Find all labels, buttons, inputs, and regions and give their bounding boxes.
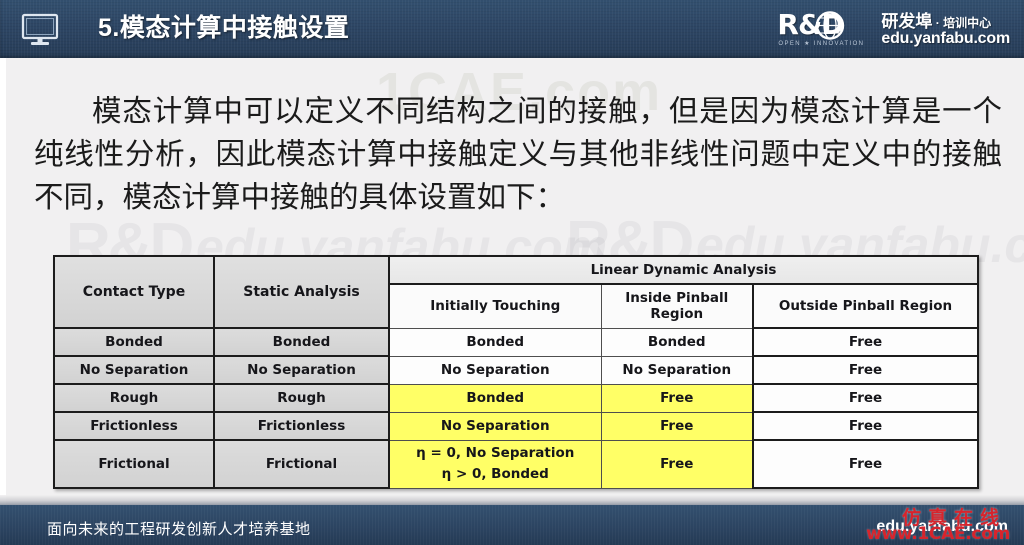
th-contact-type: Contact Type xyxy=(53,255,215,329)
cell-static-analysis: No Separation xyxy=(213,355,390,385)
brand-logo: R&D OPEN ★ INNOVATION 研发埠 · 培训中心 edu.yan… xyxy=(777,7,1010,53)
cell-outside-pinball: Free xyxy=(751,355,980,385)
contact-settings-table: Contact Type Static Analysis Linear Dyna… xyxy=(53,255,980,489)
logo-tagline: OPEN ★ INNOVATION xyxy=(778,41,865,47)
table-header-row-1: Contact Type Static Analysis Linear Dyna… xyxy=(53,255,980,329)
cell-contact-type: Bonded xyxy=(53,327,215,357)
logo-cn-sep: · xyxy=(932,15,944,30)
monitor-icon xyxy=(20,13,60,47)
footer-watermark-url: www.1CAE.com xyxy=(866,524,1010,544)
cell-outside-pinball: Free xyxy=(751,411,980,441)
globe-icon xyxy=(816,11,845,40)
cell-inside-pinball: Bonded xyxy=(600,327,754,357)
logo-cn-name: 研发埠 · 培训中心 xyxy=(881,11,1010,31)
logo-mark: R&D OPEN ★ INNOVATION xyxy=(777,10,873,50)
table-row: Rough Rough Bonded Free Free xyxy=(53,383,980,413)
cell-inside-pinball: Free xyxy=(600,439,754,489)
cell-initially-touching: No Separation xyxy=(388,411,602,441)
slide-header-bar: 5.模态计算中接触设置 R&D OPEN ★ INNOVATION 研发埠 · … xyxy=(0,0,1024,58)
cell-contact-type: No Separation xyxy=(53,355,215,385)
cell-static-analysis: Frictionless xyxy=(213,411,390,441)
footer-slogan: 面向未来的工程研发创新人才培养基地 xyxy=(47,521,311,538)
cell-inside-pinball: Free xyxy=(600,383,754,413)
cell-line-2: η > 0, Bonded xyxy=(441,466,549,482)
logo-cn-main: 研发埠 xyxy=(881,11,933,31)
logo-cn-sub: 培训中心 xyxy=(943,15,992,30)
cell-initially-touching: η = 0, No Separation η > 0, Bonded xyxy=(388,439,602,489)
cell-static-analysis: Rough xyxy=(213,383,390,413)
th-initially-touching: Initially Touching xyxy=(388,283,602,329)
cell-inside-pinball: Free xyxy=(600,411,754,441)
cell-contact-type: Frictionless xyxy=(53,411,215,441)
page-title: 5.模态计算中接触设置 xyxy=(98,14,350,42)
table-row: Frictional Frictional η = 0, No Separati… xyxy=(53,439,980,489)
body-paragraph: 模态计算中可以定义不同结构之间的接触，但是因为模态计算是一个纯线性分析，因此模态… xyxy=(34,94,1002,214)
table-row: Bonded Bonded Bonded Bonded Free xyxy=(53,327,980,357)
cell-outside-pinball: Free xyxy=(751,327,980,357)
logo-url: edu.yanfabu.com xyxy=(881,29,1010,47)
cell-outside-pinball: Free xyxy=(751,439,980,489)
cell-static-analysis: Frictional xyxy=(213,439,390,489)
cell-inside-pinball: No Separation xyxy=(600,355,754,385)
cell-contact-type: Frictional xyxy=(53,439,215,489)
cell-initially-touching: Bonded xyxy=(388,383,602,413)
logo-text-block: 研发埠 · 培训中心 edu.yanfabu.com xyxy=(881,11,1010,48)
th-inside-pinball-region: Inside Pinball Region xyxy=(600,283,754,329)
cell-static-analysis: Bonded xyxy=(213,327,390,357)
th-outside-pinball-region: Outside Pinball Region xyxy=(751,283,980,329)
slide-body: R&D edu.yanfabu.com R&D edu.yanfabu.com … xyxy=(0,58,1024,505)
cell-contact-type: Rough xyxy=(53,383,215,413)
th-linear-dynamic-analysis: Linear Dynamic Analysis xyxy=(387,255,980,285)
cell-outside-pinball: Free xyxy=(751,383,980,413)
table-row: Frictionless Frictionless No Separation … xyxy=(53,411,980,441)
cell-line-1: η = 0, No Separation xyxy=(416,445,575,461)
cell-initially-touching: No Separation xyxy=(388,355,602,385)
th-static-analysis: Static Analysis xyxy=(213,255,390,329)
table-row: No Separation No Separation No Separatio… xyxy=(53,355,980,385)
cell-initially-touching: Bonded xyxy=(388,327,602,357)
slide-canvas: 5.模态计算中接触设置 R&D OPEN ★ INNOVATION 研发埠 · … xyxy=(0,0,1024,545)
